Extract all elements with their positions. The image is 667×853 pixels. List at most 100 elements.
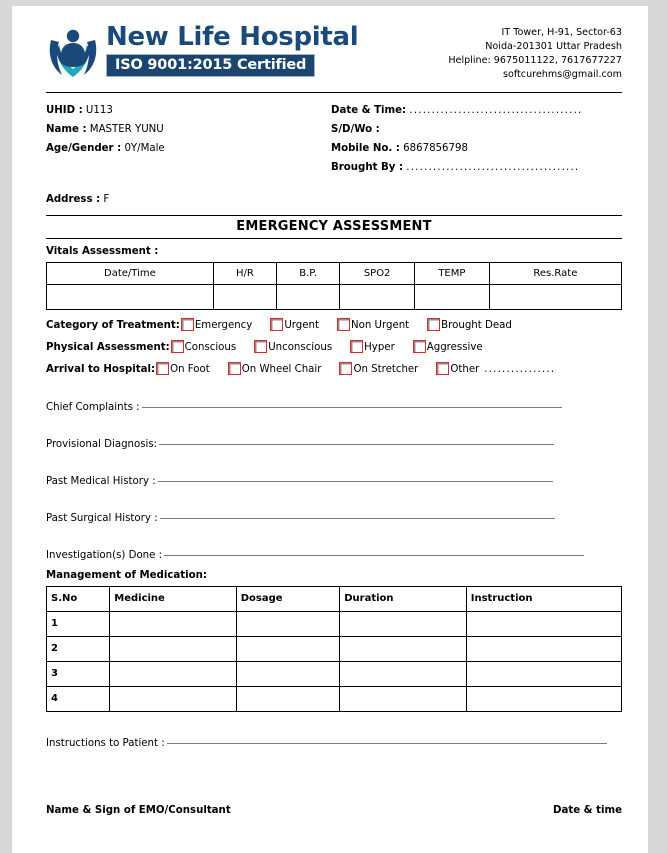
field-brought-by: Brought By : ...........................… [331,159,622,178]
address-value: F [103,193,110,205]
arrival-to-hospital-label: Arrival to Hospital: [46,363,156,375]
checkbox-unconscious[interactable]: Unconscious [254,339,332,354]
vitals-header-datetime: Date/Time [46,261,214,285]
checkbox-brought-dead[interactable]: Brought Dead [427,317,512,332]
checkbox-on-foot[interactable]: On Foot [156,361,210,376]
checkbox-on-wheel-chair[interactable]: On Wheel Chair [227,361,322,376]
chief-complaints-input-line[interactable] [141,406,562,408]
age-gender-label: Age/Gender : [46,142,122,154]
uhid-label: UHID : [46,105,83,116]
date-time-signature-label: Date & time [553,804,622,816]
checkbox-aggressive[interactable]: Aggressive [412,339,483,354]
checkbox-icon[interactable] [180,317,194,331]
meds-cell-medicine[interactable] [109,610,237,637]
emo-signature-label: Name & Sign of EMO/Consultant [46,804,231,816]
vitals-cell-spo2[interactable] [339,283,415,310]
meds-cell-sno: 4 [45,685,111,712]
vitals-header-bp: B.P. [275,261,341,285]
meds-cell-duration[interactable] [339,610,467,637]
meds-cell-dosage[interactable] [235,635,341,662]
checkbox-label: On Stretcher [353,363,419,375]
checkbox-icon[interactable] [227,361,241,375]
past-surgical-history-field: Past Surgical History : [46,513,622,524]
table-row: 1 [45,610,623,637]
instructions-to-patient-input-line[interactable] [166,742,607,744]
field-uhid: UHID : U113 [46,102,331,121]
meds-cell-dosage[interactable] [235,610,341,637]
vitals-cell-bp[interactable] [275,283,341,310]
investigations-done-input-line[interactable] [164,554,585,556]
other-dotted-line[interactable]: ................ [484,364,555,375]
checkbox-label: Brought Dead [441,319,512,331]
vitals-cell-hr[interactable] [212,283,278,310]
checkbox-label: On Wheel Chair [241,363,322,375]
meds-cell-sno: 2 [45,635,111,662]
checkbox-urgent[interactable]: Urgent [270,317,319,332]
checkbox-icon[interactable] [156,361,170,375]
meds-cell-instruction[interactable] [465,660,623,687]
meds-cell-instruction[interactable] [465,610,623,637]
meds-cell-instruction[interactable] [465,685,623,712]
page-title: EMERGENCY ASSESSMENT [46,214,622,239]
provisional-diagnosis-input-line[interactable] [159,443,555,445]
meds-cell-dosage[interactable] [235,685,341,712]
checkbox-label: Conscious [184,341,237,353]
uhid-value: U113 [85,105,113,116]
category-of-treatment-label: Category of Treatment: [46,319,180,331]
vitals-cell-resrate[interactable] [488,283,623,310]
name-value: MASTER YUNU [89,123,164,135]
checkbox-label: Emergency [194,319,253,331]
patient-info-right-column: Date & Time: ...........................… [331,102,622,178]
checkbox-icon[interactable] [436,361,450,375]
checkbox-hyper[interactable]: Hyper [350,339,395,354]
checkbox-icon[interactable] [427,317,441,331]
past-surgical-history-input-line[interactable] [159,517,555,519]
contact-address-line1: IT Tower, H-91, Sector-63 [501,27,622,38]
meds-header-medicine: Medicine [109,585,237,612]
checkbox-icon[interactable] [339,361,353,375]
table-header-row: Date/Time H/R B.P. SPO2 TEMP Res.Rate [46,261,623,285]
checkbox-emergency[interactable]: Emergency [180,317,253,332]
hospital-logo-block: New Life Hospital ISO 9001:2015 Certifie… [46,20,359,82]
field-mobile: Mobile No. : 6867856798 [331,140,622,159]
checkbox-other[interactable]: Other [436,361,479,376]
patient-info-section: UHID : U113 Name : MASTER YUNU Age/Gende… [46,93,622,178]
field-name: Name : MASTER YUNU [46,121,331,140]
checkbox-icon[interactable] [350,339,364,353]
checkbox-non-urgent[interactable]: Non Urgent [336,317,410,332]
checkbox-icon[interactable] [170,339,184,353]
form-title-wrapper: EMERGENCY ASSESSMENT [46,214,622,239]
meds-cell-dosage[interactable] [235,660,341,687]
table-row [46,283,623,310]
physical-assessment-label: Physical Assessment: [46,341,170,353]
datetime-label: Date & Time: [331,105,407,116]
field-address: Address : F [46,178,622,205]
checkbox-icon[interactable] [336,317,350,331]
meds-cell-medicine[interactable] [109,685,237,712]
vitals-section-label: Vitals Assessment : [46,245,159,257]
meds-cell-duration[interactable] [339,660,467,687]
meds-cell-duration[interactable] [339,635,467,662]
signature-footer: Name & Sign of EMO/Consultant Date & tim… [46,805,622,816]
brought-by-label: Brought By : [331,161,404,173]
checkbox-label: Hyper [364,341,395,353]
past-medical-history-input-line[interactable] [157,480,553,482]
checkbox-icon[interactable] [412,339,426,353]
meds-cell-medicine[interactable] [109,635,237,662]
checkbox-icon[interactable] [254,339,268,353]
checkbox-conscious[interactable]: Conscious [170,339,237,354]
table-row: 2 [45,635,623,662]
checkbox-on-stretcher[interactable]: On Stretcher [339,361,419,376]
vitals-cell-datetime[interactable] [46,283,214,310]
vitals-cell-temp[interactable] [414,283,490,310]
meds-cell-medicine[interactable] [109,660,237,687]
meds-cell-sno: 1 [45,610,111,637]
name-label: Name : [46,123,87,135]
age-gender-value: 0Y/Male [124,142,165,154]
datetime-value: ....................................... [409,105,583,116]
checkbox-label: Non Urgent [350,319,410,331]
checkbox-icon[interactable] [270,317,284,331]
patient-info-left-column: UHID : U113 Name : MASTER YUNU Age/Gende… [46,102,331,178]
meds-cell-instruction[interactable] [465,635,623,662]
meds-cell-duration[interactable] [339,685,467,712]
